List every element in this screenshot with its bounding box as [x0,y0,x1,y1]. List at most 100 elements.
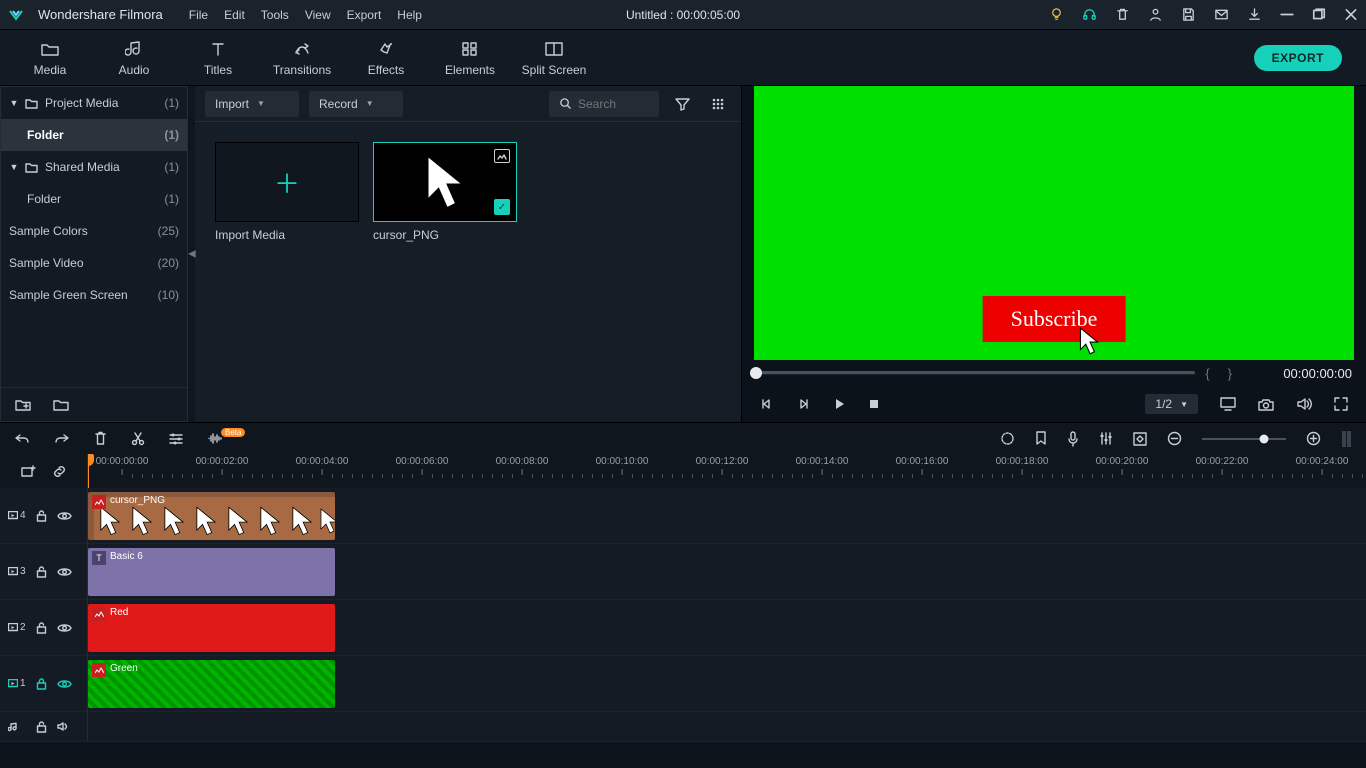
track-head-1[interactable]: 1 [0,656,88,711]
volume-icon[interactable] [1296,397,1312,411]
clip-type-icon: T [92,551,106,565]
menu-help[interactable]: Help [397,8,422,22]
menu-edit[interactable]: Edit [224,8,245,22]
prev-frame-button[interactable] [760,397,774,411]
snapshot-icon[interactable] [1258,398,1274,411]
track-head-audio[interactable] [0,712,88,741]
lock-icon[interactable] [36,565,47,578]
lock-icon[interactable] [36,720,47,733]
play-button[interactable] [832,397,846,411]
next-frame-button[interactable] [796,397,810,411]
timeline-tracks: 4 cursor_PNG 3 [0,488,1366,768]
lock-icon[interactable] [36,509,47,522]
mixer-icon[interactable] [1099,431,1113,446]
zoom-out-button[interactable] [1167,431,1182,446]
adjust-button[interactable] [169,432,183,445]
sidebar-item-sample-green-screen[interactable]: Sample Green Screen (10) [1,279,187,311]
track-row-1: 1 Green [0,656,1366,712]
track-head-2[interactable]: 2 [0,600,88,655]
export-button[interactable]: EXPORT [1254,45,1342,71]
eye-icon[interactable] [57,511,72,521]
sidebar-resize-handle[interactable]: ◀ [188,86,195,422]
display-icon[interactable] [1220,397,1236,411]
eye-icon[interactable] [57,679,72,689]
delete-button[interactable] [94,431,107,446]
mark-brackets[interactable]: {} [1205,366,1250,381]
menu-export[interactable]: Export [347,8,382,22]
lock-icon[interactable] [36,677,47,690]
clip-green[interactable]: Green [88,660,335,708]
sidebar-item-shared-media[interactable]: ▼ Shared Media (1) [1,151,187,183]
track-head-4[interactable]: 4 [0,488,88,543]
clip-basic6[interactable]: T Basic 6 [88,548,335,596]
playhead[interactable] [88,454,89,488]
menu-view[interactable]: View [305,8,331,22]
import-dropdown[interactable]: Import▼ [205,91,299,117]
voiceover-icon[interactable] [1067,431,1079,447]
stop-button[interactable] [868,398,880,410]
search-field[interactable] [549,91,659,117]
preview-timecode: 00:00:00:00 [1260,366,1352,381]
preview-cursor-overlay [1078,326,1100,356]
zoom-in-button[interactable] [1306,431,1321,446]
tab-transitions[interactable]: Transitions [260,35,344,81]
tab-effects[interactable]: Effects [344,35,428,81]
tab-elements[interactable]: Elements [428,35,512,81]
app-logo [8,7,24,23]
eye-icon[interactable] [57,623,72,633]
new-folder-icon[interactable] [15,398,31,411]
maximize-button[interactable] [1312,8,1326,22]
folder-open-icon[interactable] [53,398,69,411]
lock-icon[interactable] [36,621,47,634]
track-head-3[interactable]: 3 [0,544,88,599]
sidebar-item-folder[interactable]: Folder (1) [1,183,187,215]
keyframe-icon[interactable] [1133,432,1147,446]
clip-cursor[interactable]: cursor_PNG [88,492,335,540]
timeline-add-icon[interactable] [21,465,36,478]
audio-wave-button[interactable]: Beta [207,432,249,445]
grid-view-icon[interactable] [705,91,731,117]
redo-button[interactable] [54,432,70,446]
search-input[interactable] [578,97,648,111]
sidebar-item-sample-colors[interactable]: Sample Colors (25) [1,215,187,247]
preview-canvas[interactable]: Subscribe [754,86,1354,360]
tab-titles[interactable]: Titles [176,35,260,81]
preview-quality-dropdown[interactable]: 1/2▼ [1145,394,1198,414]
filter-icon[interactable] [669,91,695,117]
scrub-bar[interactable] [756,371,1195,375]
eye-icon[interactable] [57,567,72,577]
undo-button[interactable] [14,432,30,446]
media-thumb-cursor[interactable]: ✓ cursor_PNG [373,142,517,242]
zoom-slider[interactable] [1202,438,1286,440]
account-icon[interactable] [1148,7,1163,22]
headphones-icon[interactable] [1082,7,1097,22]
zoom-fit-button[interactable] [1341,430,1352,448]
media-pane: Import▼ Record▼ ＋ Import Media [195,86,741,422]
link-icon[interactable] [52,464,67,479]
sidebar-item-sample-video[interactable]: Sample Video (20) [1,247,187,279]
idea-icon[interactable] [1049,7,1064,22]
render-icon[interactable] [1000,431,1015,446]
sidebar-item-folder-active[interactable]: Folder (1) [1,119,187,151]
mute-icon[interactable] [57,721,71,732]
menu-tools[interactable]: Tools [261,8,289,22]
save-icon[interactable] [1181,7,1196,22]
mail-icon[interactable] [1214,7,1229,22]
fullscreen-icon[interactable] [1334,397,1348,411]
trash-icon[interactable] [1115,7,1130,22]
split-button[interactable] [131,431,145,446]
tab-audio[interactable]: Audio [92,35,176,81]
timeline-ruler[interactable]: 00:00:00:0000:00:02:0000:00:04:0000:00:0… [88,454,1366,488]
sidebar-item-project-media[interactable]: ▼ Project Media (1) [1,87,187,119]
scrub-knob[interactable] [750,367,762,379]
close-button[interactable] [1344,8,1358,22]
tab-split-screen[interactable]: Split Screen [512,35,596,81]
marker-icon[interactable] [1035,431,1047,446]
minimize-button[interactable] [1280,8,1294,22]
clip-red[interactable]: Red [88,604,335,652]
menu-file[interactable]: File [189,8,208,22]
record-dropdown[interactable]: Record▼ [309,91,403,117]
import-media-tile[interactable]: ＋ Import Media [215,142,359,242]
tab-media[interactable]: Media [8,35,92,81]
download-icon[interactable] [1247,7,1262,22]
